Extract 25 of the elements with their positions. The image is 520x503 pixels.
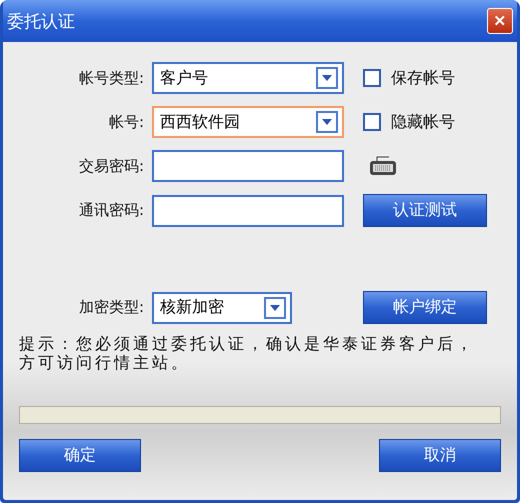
keyboard-icon[interactable] [369, 155, 397, 177]
field-label: 加密类型: [78, 298, 145, 317]
hint-text: 提示：您必须通过委托认证，确认是华泰证券客户后，方可访问行情主站。 [19, 334, 476, 372]
dropdown-arrow-icon [270, 304, 280, 310]
field-label: 帐号类型: [78, 68, 145, 88]
input-field[interactable] [152, 194, 344, 226]
field-label: 通讯密码: [78, 201, 145, 220]
cancel-button[interactable]: 取消 [379, 439, 501, 472]
field-label: 交易密码: [78, 156, 145, 176]
checkbox[interactable] [363, 113, 381, 131]
checkbox-label: 隐藏帐号 [391, 112, 455, 132]
dropdown[interactable]: 客户号 [152, 62, 344, 94]
dropdown[interactable]: 核新加密 [152, 292, 292, 324]
test-button[interactable]: 认证测试 [363, 194, 487, 227]
dropdown[interactable]: 西西软件园 [152, 106, 344, 138]
ok-button[interactable]: 确定 [19, 439, 141, 472]
bind-button[interactable]: 帐户绑定 [363, 291, 487, 324]
close-button[interactable]: ✕ [487, 8, 513, 34]
window-title: 委托认证 [7, 10, 75, 32]
checkbox[interactable] [363, 69, 381, 87]
dropdown-arrow-icon [322, 119, 332, 125]
dropdown-arrow-icon [322, 75, 332, 81]
field-label: 帐号: [108, 112, 145, 132]
input-field[interactable] [152, 150, 344, 182]
checkbox-label: 保存帐号 [391, 68, 455, 88]
